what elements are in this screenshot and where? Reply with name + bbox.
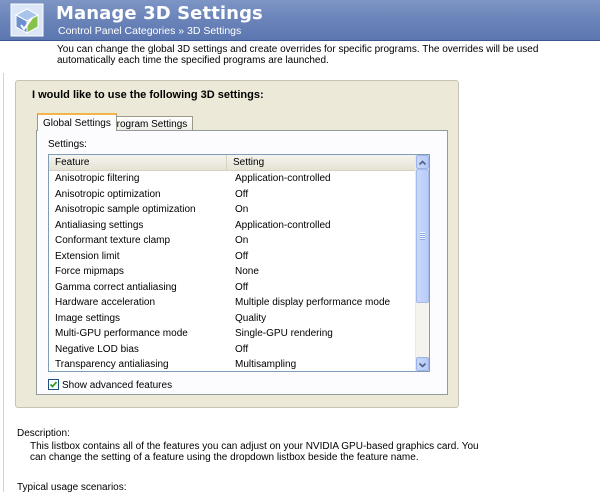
- feature-name: Anisotropic optimization: [55, 188, 161, 200]
- feature-name: Hardware acceleration: [55, 297, 156, 308]
- show-advanced-checkbox[interactable]: [48, 379, 59, 390]
- content-divider: [3, 73, 4, 492]
- scroll-grip-icon: [420, 232, 425, 240]
- feature-name: Anisotropic sample optimization: [55, 204, 196, 215]
- feature-setting[interactable]: Application-controlled: [235, 171, 331, 187]
- checkmark-icon: [49, 381, 58, 388]
- feature-name: Transparency antialiasing: [55, 359, 169, 370]
- settings-label: Settings:: [48, 139, 87, 150]
- column-header-feature[interactable]: Feature: [49, 155, 227, 170]
- feature-setting[interactable]: Off: [235, 280, 248, 296]
- intro-text: You can change the global 3D settings an…: [57, 44, 539, 66]
- feature-name: Gamma correct antialiasing: [55, 281, 177, 293]
- settings-listbox[interactable]: Feature Setting Anisotropic filtering Ap…: [48, 154, 430, 372]
- settings-row[interactable]: Anisotropic filtering Application-contro…: [49, 171, 417, 187]
- tab-global-settings[interactable]: Global Settings: [37, 113, 117, 131]
- feature-name: Antialiasing settings: [55, 219, 144, 231]
- usage-scenarios-label: Typical usage scenarios:: [17, 482, 127, 492]
- feature-setting[interactable]: Application-controlled: [235, 218, 331, 234]
- settings-group: I would like to use the following 3D set…: [15, 80, 459, 408]
- column-header-setting[interactable]: Setting: [227, 155, 417, 170]
- listbox-scrollbar[interactable]: [415, 155, 429, 371]
- feature-setting[interactable]: Multiple display performance mode: [235, 295, 390, 311]
- nvidia-3d-cube-icon: [10, 3, 44, 37]
- manage-3d-settings-page: Manage 3D Settings Control Panel Categor…: [0, 0, 600, 492]
- settings-row[interactable]: Conformant texture clamp On: [49, 233, 417, 249]
- settings-row[interactable]: Gamma correct antialiasing Off: [49, 280, 417, 296]
- feature-setting[interactable]: Off: [235, 342, 248, 358]
- feature-name: Extension limit: [55, 250, 120, 262]
- feature-name: Image settings: [55, 312, 121, 324]
- global-settings-tab-panel: Settings: Feature Setting Anisotropic fi…: [36, 130, 448, 395]
- feature-setting[interactable]: Single-GPU rendering: [235, 326, 333, 342]
- feature-setting[interactable]: None: [235, 264, 259, 280]
- settings-row[interactable]: Anisotropic optimization Off: [49, 187, 417, 203]
- feature-setting[interactable]: Off: [235, 249, 248, 265]
- feature-setting[interactable]: On: [235, 233, 248, 249]
- tab-program-settings[interactable]: Program Settings: [104, 116, 194, 131]
- description-label: Description:: [17, 428, 70, 439]
- page-header: Manage 3D Settings Control Panel Categor…: [0, 0, 600, 41]
- settings-rows: Anisotropic filtering Application-contro…: [49, 171, 417, 371]
- scroll-down-button[interactable]: [416, 357, 429, 371]
- chevron-up-icon: [418, 160, 427, 166]
- scroll-thumb[interactable]: [416, 169, 429, 303]
- settings-row[interactable]: Transparency antialiasing Multisampling: [49, 357, 417, 371]
- show-advanced-features[interactable]: Show advanced features: [48, 379, 172, 392]
- settings-row[interactable]: Negative LOD bias Off: [49, 342, 417, 358]
- feature-setting[interactable]: On: [235, 202, 248, 218]
- chevron-down-icon: [418, 362, 427, 368]
- settings-row[interactable]: Extension limit Off: [49, 249, 417, 265]
- settings-row[interactable]: Force mipmaps None: [49, 264, 417, 280]
- feature-setting[interactable]: Multisampling: [235, 357, 296, 371]
- settings-row[interactable]: Antialiasing settings Application-contro…: [49, 218, 417, 234]
- settings-row[interactable]: Image settings Quality: [49, 311, 417, 327]
- scroll-up-button[interactable]: [416, 155, 429, 169]
- list-header: Feature Setting: [49, 155, 417, 171]
- feature-setting[interactable]: Quality: [235, 311, 266, 327]
- settings-row[interactable]: Anisotropic sample optimization On: [49, 202, 417, 218]
- page-title: Manage 3D Settings: [56, 3, 263, 24]
- settings-heading: I would like to use the following 3D set…: [32, 89, 264, 101]
- settings-row[interactable]: Hardware acceleration Multiple display p…: [49, 295, 417, 311]
- feature-setting[interactable]: Off: [235, 187, 248, 203]
- description-text: This listbox contains all of the feature…: [30, 441, 479, 463]
- breadcrumb: Control Panel Categories » 3D Settings: [58, 25, 242, 37]
- show-advanced-label[interactable]: Show advanced features: [62, 380, 172, 391]
- feature-name: Negative LOD bias: [55, 343, 139, 355]
- feature-name: Multi-GPU performance mode: [55, 328, 188, 339]
- feature-name: Anisotropic filtering: [55, 173, 140, 184]
- feature-name: Force mipmaps: [55, 266, 124, 277]
- settings-row[interactable]: Multi-GPU performance mode Single-GPU re…: [49, 326, 417, 342]
- feature-name: Conformant texture clamp: [55, 235, 171, 246]
